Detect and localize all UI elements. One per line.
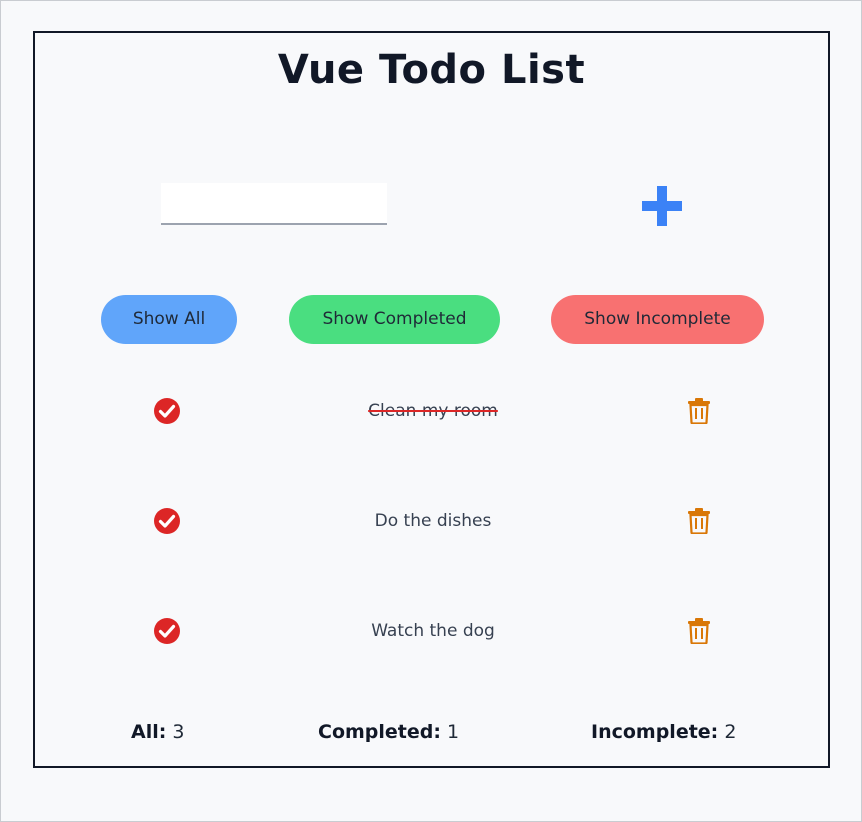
stat-all-label: All: <box>131 721 167 743</box>
check-circle-icon[interactable] <box>153 397 181 425</box>
stat-incomplete-label: Incomplete: <box>591 721 719 743</box>
stat-completed-label: Completed: <box>318 721 441 743</box>
todo-card: Vue Todo List Show All Show Completed Sh… <box>33 31 830 768</box>
todo-text: Do the dishes <box>374 511 492 531</box>
add-todo-button[interactable] <box>639 183 685 229</box>
todo-item: Clean my room <box>35 391 828 431</box>
trash-icon[interactable] <box>687 508 711 534</box>
plus-icon <box>642 186 682 226</box>
stat-completed-count: 1 <box>447 721 460 743</box>
show-incomplete-button[interactable]: Show Incomplete <box>551 295 764 344</box>
stat-completed: Completed: 1 <box>318 721 459 743</box>
check-circle-icon[interactable] <box>153 617 181 645</box>
todo-text: Clean my room <box>368 401 498 421</box>
trash-icon[interactable] <box>687 398 711 424</box>
trash-icon[interactable] <box>687 618 711 644</box>
show-completed-button[interactable]: Show Completed <box>289 295 500 344</box>
todo-item: Watch the dog <box>35 611 828 651</box>
todo-input[interactable] <box>161 183 387 225</box>
show-all-button[interactable]: Show All <box>101 295 237 344</box>
stat-incomplete: Incomplete: 2 <box>591 721 736 743</box>
page-title: Vue Todo List <box>277 47 586 93</box>
todo-item: Do the dishes <box>35 501 828 541</box>
stat-all: All: 3 <box>131 721 184 743</box>
todo-text: Watch the dog <box>371 621 495 641</box>
check-circle-icon[interactable] <box>153 507 181 535</box>
stat-incomplete-count: 2 <box>724 721 737 743</box>
stat-all-count: 3 <box>172 721 185 743</box>
